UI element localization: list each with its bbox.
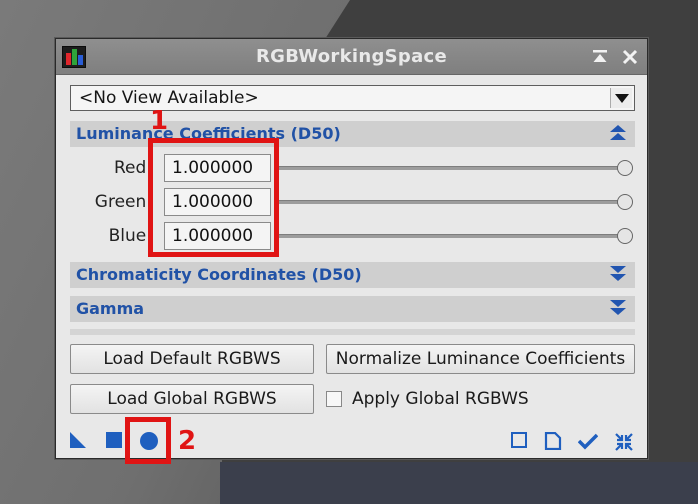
annotation-box-1: [148, 138, 279, 257]
normalize-luminance-button[interactable]: Normalize Luminance Coefficients: [326, 344, 635, 374]
collapse-section-icon[interactable]: [609, 125, 627, 143]
execute-square-icon[interactable]: [106, 432, 124, 450]
section-gamma[interactable]: Gamma: [70, 296, 635, 322]
view-selector-value: <No View Available>: [79, 88, 259, 108]
window-title: RGBWorkingSpace: [255, 46, 448, 67]
close-window-icon[interactable]: [620, 47, 640, 67]
preview-square-icon[interactable]: [511, 432, 529, 450]
desktop-background-strip: [220, 462, 698, 504]
checkmark-icon[interactable]: [577, 432, 599, 450]
blue-label: Blue:: [108, 226, 152, 246]
annotation-box-2: [125, 417, 171, 464]
expand-section-icon[interactable]: [609, 300, 627, 318]
new-instance-icon[interactable]: [70, 432, 88, 450]
blue-slider-handle[interactable]: [617, 228, 633, 244]
rgb-working-space-dialog: RGBWorkingSpace <No View Available> Lumi…: [55, 38, 648, 459]
annotation-label-2: 2: [178, 426, 197, 456]
load-default-rgbws-button[interactable]: Load Default RGBWS: [70, 344, 314, 374]
shade-window-icon[interactable]: [590, 47, 610, 67]
apply-global-checkbox[interactable]: [326, 391, 342, 407]
section-chromaticity-label: Chromaticity Coordinates (D50): [76, 265, 362, 284]
section-chromaticity-coordinates[interactable]: Chromaticity Coordinates (D50): [70, 262, 635, 288]
green-label: Green:: [94, 192, 152, 212]
red-label: Red:: [113, 158, 152, 178]
red-slider-track[interactable]: [278, 166, 624, 170]
red-slider-handle[interactable]: [617, 160, 633, 176]
collapse-icon[interactable]: [614, 432, 633, 451]
section-divider: [70, 329, 635, 335]
green-slider-handle[interactable]: [617, 194, 633, 210]
apply-global-label: Apply Global RGBWS: [352, 389, 529, 409]
annotation-label-1: 1: [150, 106, 169, 136]
document-icon[interactable]: [544, 431, 562, 451]
section-gamma-label: Gamma: [76, 299, 145, 318]
title-bar[interactable]: RGBWorkingSpace: [56, 39, 647, 75]
load-global-rgbws-button[interactable]: Load Global RGBWS: [70, 384, 314, 414]
blue-slider-track[interactable]: [278, 234, 624, 238]
dropdown-arrow-icon[interactable]: [610, 88, 632, 108]
green-slider-track[interactable]: [278, 200, 624, 204]
expand-section-icon[interactable]: [609, 266, 627, 284]
